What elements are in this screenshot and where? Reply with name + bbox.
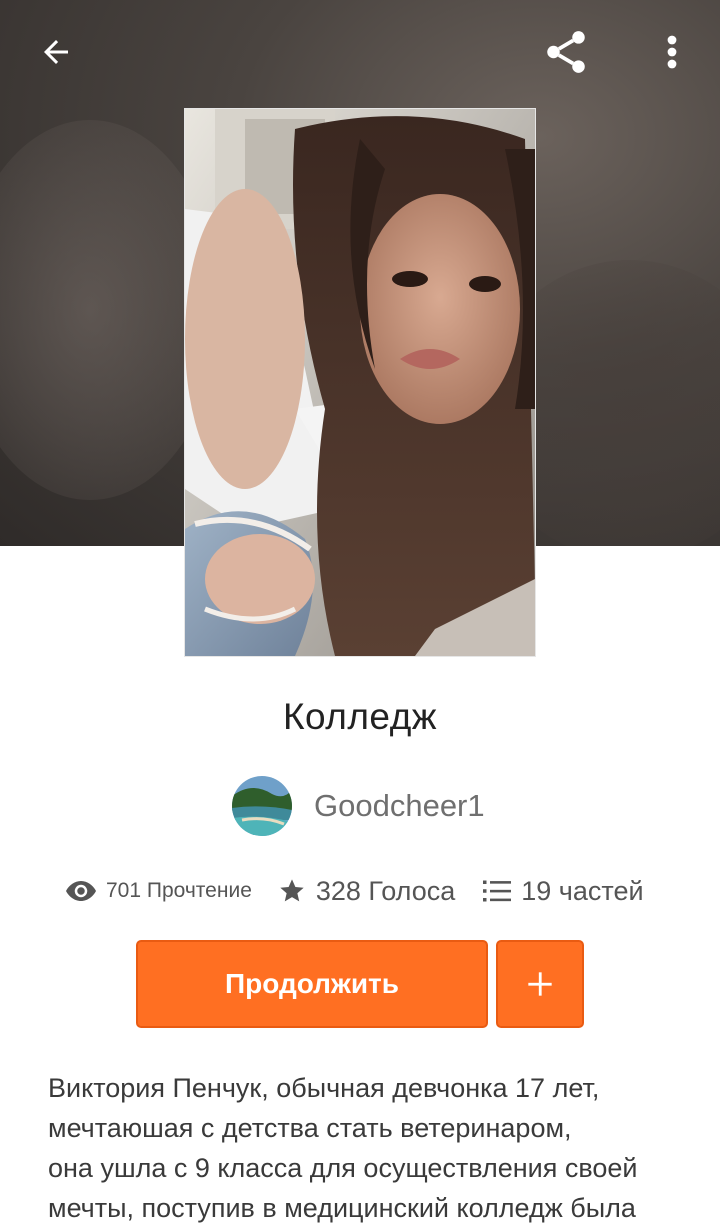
description-line: она ушла с 9 класса для осуществления св… xyxy=(48,1153,638,1183)
reads-count: 701 Прочтение xyxy=(106,879,252,902)
back-button[interactable] xyxy=(28,24,84,80)
votes-count: 328 Голоса xyxy=(315,875,456,906)
more-options-button[interactable] xyxy=(644,24,700,80)
author-info[interactable]: Goodcheer1 xyxy=(232,776,485,836)
continue-reading-button[interactable]: Продолжить xyxy=(136,940,488,1028)
share-icon xyxy=(547,31,585,73)
author-name[interactable]: Goodcheer1 xyxy=(314,788,485,824)
story-title: Колледж xyxy=(282,696,438,737)
description-line: мечтаюшая с детства стать ветеринаром, xyxy=(48,1113,572,1143)
arrow-left-icon xyxy=(44,40,68,64)
more-vertical-icon xyxy=(667,35,677,69)
author-avatar[interactable] xyxy=(232,776,292,836)
description-line: мечты, поступив в медицинский колледж бы… xyxy=(48,1193,636,1223)
story-description: Виктория Пенчук, обычная девчонка 17 лет… xyxy=(48,1068,688,1226)
reads-stat: 701 Прочтение xyxy=(66,879,252,903)
story-stats: 701 Прочтение 328 Голоса 19 частей xyxy=(66,868,644,914)
parts-count: 19 частей xyxy=(521,875,644,906)
share-button[interactable] xyxy=(538,24,594,80)
plus-icon xyxy=(528,972,552,996)
add-to-library-button[interactable] xyxy=(496,940,584,1028)
star-icon xyxy=(278,877,306,905)
votes-stat: 328 Голоса xyxy=(278,876,455,907)
eye-icon xyxy=(66,881,96,901)
list-icon xyxy=(483,879,512,903)
description-line: Виктория Пенчук, обычная девчонка 17 лет… xyxy=(48,1073,600,1103)
parts-stat[interactable]: 19 частей xyxy=(483,875,644,907)
story-cover-image[interactable] xyxy=(184,108,536,657)
